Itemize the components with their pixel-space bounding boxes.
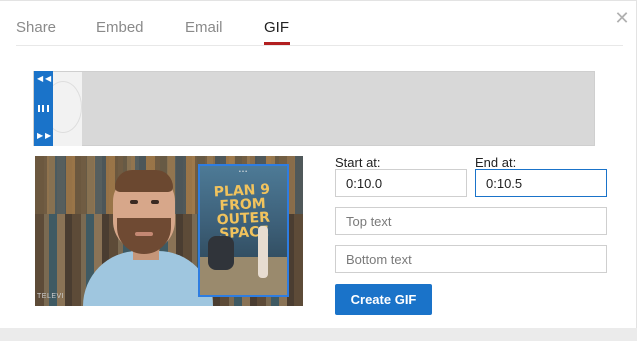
arrow-left-icon: ◀ [45,74,52,83]
tab-gif[interactable]: GIF [264,19,289,36]
grip-icon [38,105,40,112]
create-gif-button[interactable]: Create GIF [335,284,432,315]
person-mouth [135,232,153,236]
person-hair [115,170,173,192]
tab-email[interactable]: Email [185,19,223,36]
tab-share[interactable]: Share [16,19,56,36]
start-time-input[interactable] [335,169,467,197]
gif-preview: • • • PLAN 9 FROM OUTER SPACE TELEVI [35,156,303,306]
person-eye [130,200,138,204]
person-eye [151,200,159,204]
end-time-input[interactable] [475,169,607,197]
end-trim-handle[interactable]: ◀ ▶ [44,71,53,146]
arrow-left-icon: ◀ [37,74,44,83]
start-at-label: Start at: [335,155,381,170]
arrow-right-icon: ▶ [45,131,52,140]
poster-figure-man [208,236,234,270]
tab-embed[interactable]: Embed [96,19,144,36]
top-text-input[interactable] [335,207,607,235]
share-dialog: Share Embed Email GIF ✕ ◀ ▶ ◀ ▶ • • • PL… [0,0,637,328]
arrow-right-icon: ▶ [37,131,44,140]
gif-timeline-track[interactable] [33,71,595,146]
bottom-text-input[interactable] [335,245,607,273]
poster-title: PLAN 9 FROM OUTER SPACE [213,181,271,243]
close-icon[interactable]: ✕ [614,9,630,27]
background-sign: TELEVI [37,293,65,300]
tab-divider [16,45,623,46]
movie-poster: • • • PLAN 9 FROM OUTER SPACE [198,164,289,297]
end-at-label: End at: [475,155,517,170]
grip-icon [47,105,49,112]
poster-figure-woman [258,226,268,278]
poster-tagline: • • • [238,169,248,175]
